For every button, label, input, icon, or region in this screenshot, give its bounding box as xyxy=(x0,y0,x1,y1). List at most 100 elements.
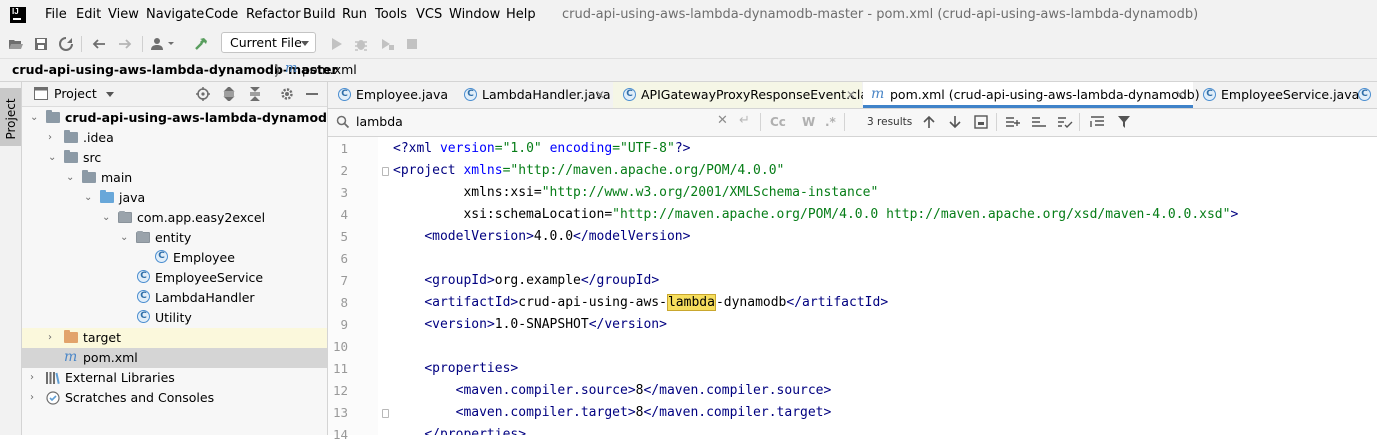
collapse-arrow-icon[interactable]: › xyxy=(48,132,52,144)
expand-arrow-icon[interactable]: ⌄ xyxy=(102,212,110,224)
menu-window[interactable]: Window xyxy=(449,7,500,23)
menu-refactor[interactable]: Refactor xyxy=(246,7,301,23)
tab-employeeservice-java[interactable]: C EmployeeService.java xyxy=(1193,82,1359,108)
previous-occurrence-icon[interactable] xyxy=(922,115,936,129)
tree-item-src[interactable]: ⌄ src xyxy=(22,148,327,168)
tab-label: LambdaHandler.java xyxy=(482,87,611,102)
expand-all-icon[interactable] xyxy=(222,87,236,101)
debug-icon[interactable] xyxy=(353,36,369,52)
open-folder-icon[interactable] xyxy=(8,36,24,52)
tab-employee-java[interactable]: C Employee.java xyxy=(328,82,454,108)
menu-tools[interactable]: Tools xyxy=(375,7,407,23)
add-occurrence-icon[interactable] xyxy=(1005,115,1021,129)
stop-icon[interactable] xyxy=(404,36,420,52)
vcs-user-icon[interactable] xyxy=(150,36,178,52)
words-toggle[interactable]: W xyxy=(802,114,815,130)
menu-edit[interactable]: Edit xyxy=(76,7,101,23)
tab-overflow[interactable]: C xyxy=(1358,82,1377,108)
folder-icon xyxy=(82,170,96,183)
tab-lambdahandler-java[interactable]: C LambdaHandler.java ✕ xyxy=(454,82,611,108)
close-icon[interactable]: ✕ xyxy=(595,87,605,103)
menu-navigate[interactable]: Navigate xyxy=(146,7,204,23)
gear-icon[interactable] xyxy=(280,87,294,101)
tree-item-pom-selected[interactable]: m pom.xml xyxy=(22,348,327,368)
project-tool-window-button[interactable]: Project xyxy=(0,88,21,146)
tree-item-main[interactable]: ⌄ main xyxy=(22,168,327,188)
maven-file-icon: m xyxy=(64,349,78,365)
tree-item-label: entity xyxy=(155,230,192,245)
tree-item-scratches[interactable]: › Scratches and Consoles xyxy=(22,388,327,408)
save-icon[interactable] xyxy=(33,36,49,52)
locate-file-icon[interactable] xyxy=(196,87,210,101)
tree-item-package[interactable]: ⌄ com.app.easy2excel xyxy=(22,208,327,228)
fold-marker-icon[interactable] xyxy=(382,167,389,176)
code-line: <?xml version="1.0" encoding="UTF-8"?> xyxy=(393,141,691,156)
select-all-occurrences-icon[interactable] xyxy=(974,115,988,129)
tree-item-employeeservice[interactable]: C EmployeeService xyxy=(22,268,327,288)
class-icon: C xyxy=(1203,88,1216,101)
collapse-all-icon[interactable] xyxy=(248,87,262,101)
tree-item-employee[interactable]: C Employee xyxy=(22,248,327,268)
new-line-icon[interactable]: ↵ xyxy=(739,113,750,129)
tree-item-lambdahandler[interactable]: C LambdaHandler xyxy=(22,288,327,308)
menu-run[interactable]: Run xyxy=(342,7,367,23)
tree-item-label: main xyxy=(101,170,133,185)
filter-icon[interactable] xyxy=(1117,115,1131,129)
chevron-down-icon[interactable] xyxy=(106,92,114,97)
select-all-matches-icon[interactable] xyxy=(1057,115,1073,129)
close-icon[interactable]: ✕ xyxy=(846,87,856,103)
tree-item-label: .idea xyxy=(83,130,114,145)
run-configuration-dropdown[interactable]: Current File xyxy=(221,32,316,53)
expand-arrow-icon[interactable]: ⌄ xyxy=(66,172,74,184)
project-panel: Project ⌄ crud-api-using-aws-lambda-dyna… xyxy=(22,82,391,435)
sync-icon[interactable] xyxy=(58,36,74,52)
run-icon[interactable] xyxy=(328,36,344,52)
clear-search-icon[interactable]: ✕ xyxy=(717,113,728,129)
project-view-icon xyxy=(34,87,48,100)
remove-occurrence-icon[interactable] xyxy=(1031,115,1047,129)
menu-vcs[interactable]: VCS xyxy=(416,7,442,23)
expand-arrow-icon[interactable]: ⌄ xyxy=(84,192,92,204)
back-arrow-icon[interactable] xyxy=(91,36,107,52)
build-hammer-icon[interactable] xyxy=(193,36,209,52)
expand-arrow-icon[interactable]: ⌄ xyxy=(48,152,56,164)
next-occurrence-icon[interactable] xyxy=(948,115,962,129)
project-panel-title[interactable]: Project xyxy=(54,86,97,102)
tree-item-idea[interactable]: › .idea xyxy=(22,128,327,148)
menu-view[interactable]: View xyxy=(108,7,139,23)
breadcrumb-file[interactable]: pom.xml xyxy=(302,62,357,78)
source-folder-icon xyxy=(100,190,114,203)
run-with-coverage-icon[interactable] xyxy=(379,36,395,52)
fold-marker-icon[interactable] xyxy=(382,409,389,418)
tab-label: pom.xml (crud-api-using-aws-lambda-dynam… xyxy=(890,87,1200,102)
collapse-arrow-icon[interactable]: › xyxy=(30,392,34,404)
menu-file[interactable]: File xyxy=(45,7,67,23)
tree-item-target[interactable]: › target xyxy=(22,328,327,348)
minimize-icon[interactable] xyxy=(306,93,318,95)
menu-build[interactable]: Build xyxy=(303,7,336,23)
tree-item-utility[interactable]: C Utility xyxy=(22,308,327,328)
tree-item-java[interactable]: ⌄ java xyxy=(22,188,327,208)
expand-arrow-icon[interactable]: ⌄ xyxy=(120,232,128,244)
menu-help[interactable]: Help xyxy=(506,7,536,23)
close-icon[interactable]: ✕ xyxy=(1175,87,1185,103)
forward-arrow-icon[interactable] xyxy=(117,36,133,52)
menu-code[interactable]: Code xyxy=(205,7,238,23)
tree-item-external-libraries[interactable]: › External Libraries xyxy=(22,368,327,388)
regex-toggle[interactable]: .* xyxy=(825,114,836,130)
match-case-toggle[interactable]: Cc xyxy=(770,114,786,130)
tree-item-entity[interactable]: ⌄ entity xyxy=(22,228,327,248)
tab-label: Employee.java xyxy=(356,87,449,102)
search-input[interactable] xyxy=(356,114,716,129)
collapse-arrow-icon[interactable]: › xyxy=(30,372,34,384)
collapse-arrow-icon[interactable]: › xyxy=(48,332,52,344)
main-toolbar: Current File xyxy=(0,30,1377,59)
tree-item-project-root[interactable]: ⌄ crud-api-using-aws-lambda-dynamodb-mas… xyxy=(22,108,391,128)
tree-item-label: pom.xml xyxy=(83,350,138,365)
editor-tab-bar: C Employee.java C LambdaHandler.java ✕ C… xyxy=(328,82,1377,109)
tab-pom-xml-active[interactable]: m pom.xml (crud-api-using-aws-lambda-dyn… xyxy=(863,82,1200,108)
expand-arrow-icon[interactable]: ⌄ xyxy=(30,112,38,124)
search-icon[interactable] xyxy=(336,115,350,129)
tab-apigateway-class[interactable]: C APIGatewayProxyResponseEvent.class ✕ xyxy=(613,82,881,108)
filter-lines-icon[interactable] xyxy=(1090,115,1106,129)
